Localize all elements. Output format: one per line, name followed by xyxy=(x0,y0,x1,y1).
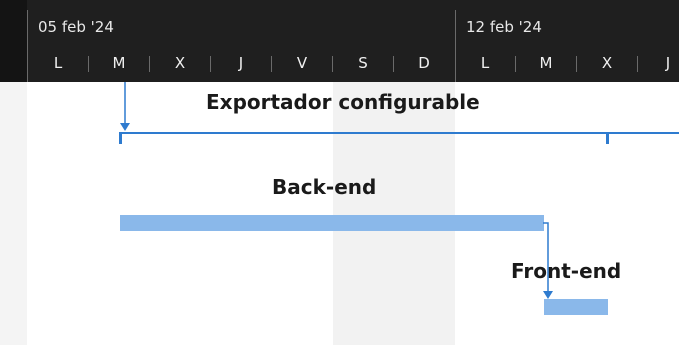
summary-week-tick xyxy=(606,132,609,144)
timeline-header: 05 feb '24 12 feb '24 L M X J V S D L M … xyxy=(0,0,679,82)
day-label: J xyxy=(665,54,671,72)
day-label: L xyxy=(480,54,490,72)
week-label: 05 feb '24 xyxy=(38,18,114,36)
task-label-frontend: Front-end xyxy=(511,259,622,283)
summary-task-bar[interactable] xyxy=(119,132,679,134)
weekend-shade xyxy=(333,82,455,345)
arrow-header-to-summary xyxy=(120,82,130,131)
day-label: X xyxy=(174,54,186,72)
day-label: M xyxy=(112,54,126,72)
day-label: M xyxy=(539,54,553,72)
day-label: L xyxy=(53,54,63,72)
day-label: X xyxy=(601,54,613,72)
header-left-gap xyxy=(0,0,27,82)
week-label: 12 feb '24 xyxy=(466,18,542,36)
summary-start-tick xyxy=(119,132,122,144)
task-bar-frontend[interactable] xyxy=(544,299,608,315)
task-label-backend: Back-end xyxy=(272,175,377,199)
day-label: D xyxy=(418,54,430,72)
gantt-chart: 05 feb '24 12 feb '24 L M X J V S D L M … xyxy=(0,0,679,345)
day-label: J xyxy=(238,54,244,72)
day-label: V xyxy=(296,54,308,72)
task-bar-backend[interactable] xyxy=(120,215,544,231)
day-label: S xyxy=(358,54,368,72)
summary-task-label: Exportador configurable xyxy=(206,90,480,114)
